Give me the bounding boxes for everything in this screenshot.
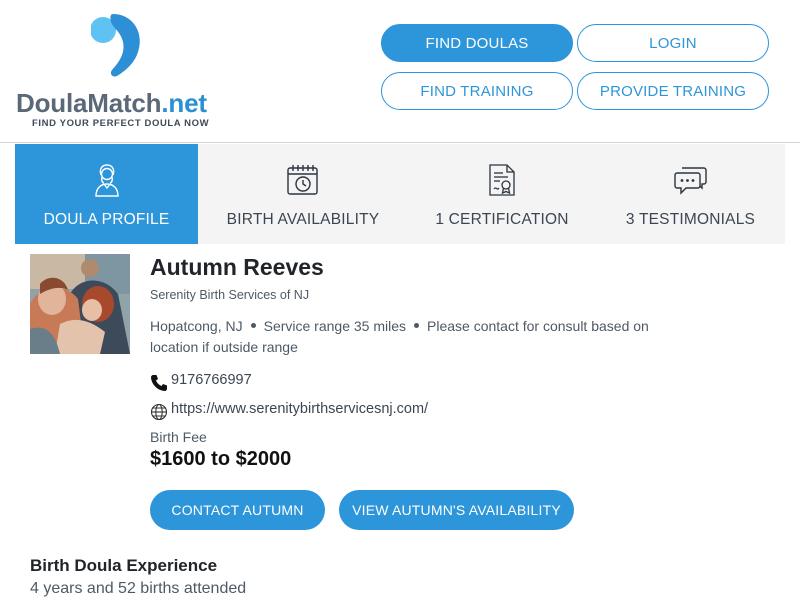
doula-company: Serenity Birth Services of NJ (150, 288, 310, 302)
experience-title: Birth Doula Experience (30, 556, 218, 575)
doula-name: Autumn Reeves (150, 254, 324, 280)
globe-icon (150, 403, 168, 421)
separator-dot (414, 322, 420, 328)
logo-wordmark: DoulaMatch.net (16, 88, 207, 119)
provide-training-button[interactable]: PROVIDE TRAINING (577, 72, 769, 110)
logo-word-net: .net (161, 88, 207, 118)
find-training-button[interactable]: FIND TRAINING (381, 72, 573, 110)
birth-fee-value: $1600 to $2000 (150, 448, 292, 470)
logo-tagline: FIND YOUR PERFECT DOULA NOW (32, 118, 210, 129)
site-header: DoulaMatch.net FIND YOUR PERFECT DOULA N… (0, 0, 800, 143)
doula-city: Hopatcong, NJ (150, 318, 243, 334)
tab-certification[interactable]: 1 CERTIFICATION (408, 144, 596, 244)
logo-word-doula: Doula (16, 88, 88, 118)
chat-bubbles-icon (673, 162, 708, 198)
phone-number[interactable]: 9176766997 (171, 372, 252, 388)
tab-birth-availability[interactable]: BIRTH AVAILABILITY (198, 144, 408, 244)
birth-fee-label: Birth Fee (150, 429, 207, 445)
doula-photo (30, 254, 130, 354)
tab-label: BIRTH AVAILABILITY (226, 211, 380, 228)
separator-dot (250, 322, 256, 328)
certificate-icon (485, 162, 519, 198)
calendar-clock-icon (286, 162, 320, 198)
phone-icon (151, 375, 167, 391)
tab-label: DOULA PROFILE (43, 211, 170, 228)
tab-testimonials[interactable]: 3 TESTIMONIALS (596, 144, 785, 244)
find-doulas-button[interactable]: FIND DOULAS (381, 24, 573, 62)
logo-mark-icon (91, 14, 140, 77)
login-button[interactable]: LOGIN (577, 24, 769, 62)
profile-tabs: DOULA PROFILE BIRTH AVAILABILITY 1 CERTI… (15, 144, 785, 244)
doula-person-icon (90, 162, 124, 198)
logo-word-match: Match (87, 88, 162, 118)
view-availability-button[interactable]: VIEW AUTUMN'S AVAILABILITY (339, 490, 574, 530)
tab-label: 3 TESTIMONIALS (625, 211, 756, 228)
service-range: Service range 35 miles (263, 318, 407, 334)
experience-text: 4 years and 52 births attended (30, 580, 247, 597)
contact-button[interactable]: CONTACT AUTUMN (150, 490, 325, 530)
website-link[interactable]: https://www.serenitybirthservicesnj.com/ (171, 401, 428, 417)
tab-label: 1 CERTIFICATION (435, 211, 569, 228)
tab-doula-profile[interactable]: DOULA PROFILE (15, 144, 198, 244)
site-logo[interactable]: DoulaMatch.net FIND YOUR PERFECT DOULA N… (15, 12, 220, 132)
location-info: Hopatcong, NJ Service range 35 miles Pleas… (150, 316, 650, 358)
